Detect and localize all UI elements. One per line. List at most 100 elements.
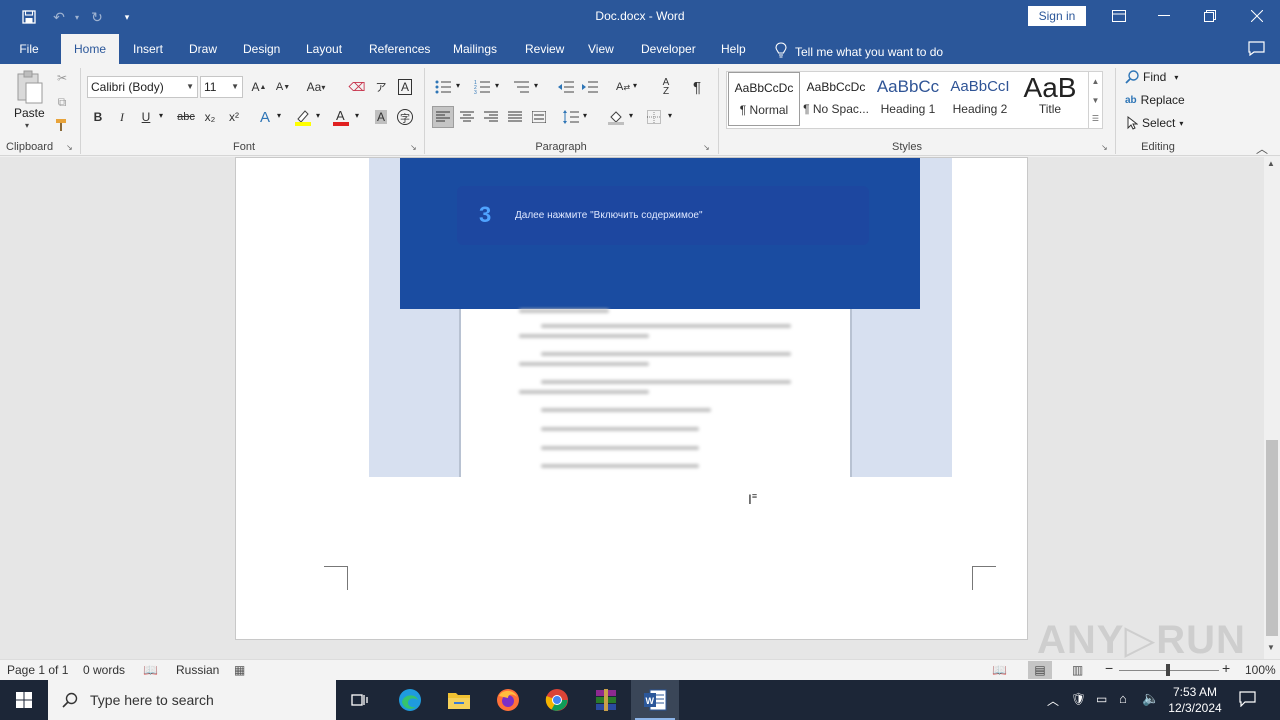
accessibility-icon[interactable]: ▦ [234, 663, 245, 677]
tab-view[interactable]: View [588, 34, 614, 64]
print-layout-icon[interactable]: ▤ [1028, 661, 1052, 679]
distributed-icon[interactable] [528, 106, 550, 128]
text-effects-dropdown-icon[interactable]: ▾ [277, 111, 281, 120]
bullets-icon[interactable] [432, 76, 454, 98]
numbering-icon[interactable]: 123 [471, 76, 493, 98]
word-taskbar-icon[interactable]: W [631, 680, 679, 720]
character-border-icon[interactable]: A [394, 76, 416, 98]
close-icon[interactable] [1234, 0, 1280, 32]
comments-icon[interactable] [1248, 41, 1265, 59]
scrollbar-thumb[interactable] [1266, 440, 1278, 636]
scroll-up-icon[interactable]: ▲ [1267, 159, 1275, 168]
file-explorer-icon[interactable] [435, 680, 483, 720]
tab-mailings[interactable]: Mailings [453, 34, 497, 64]
minimize-icon[interactable] [1141, 0, 1187, 32]
vertical-scrollbar[interactable]: ▲ ▼ [1264, 157, 1280, 659]
shading-dropdown-icon[interactable]: ▾ [629, 111, 633, 120]
restore-icon[interactable] [1187, 0, 1233, 32]
style-heading-1[interactable]: AaBbCc Heading 1 [872, 72, 944, 126]
scroll-down-icon[interactable]: ▼ [1089, 91, 1102, 110]
borders-dropdown-icon[interactable]: ▾ [668, 111, 672, 120]
tab-developer[interactable]: Developer [641, 34, 696, 64]
task-view-icon[interactable] [336, 680, 384, 720]
style-heading-2[interactable]: AaBbCcI Heading 2 [944, 72, 1016, 126]
zoom-in-icon[interactable]: + [1222, 660, 1230, 676]
ribbon-display-options-icon[interactable] [1096, 0, 1142, 32]
tab-references[interactable]: References [369, 34, 430, 64]
font-name-combo[interactable]: Calibri (Body) ▼ [87, 76, 198, 98]
highlight-dropdown-icon[interactable]: ▾ [316, 111, 320, 120]
winrar-icon[interactable] [582, 680, 630, 720]
paste-button[interactable]: Paste [14, 106, 45, 120]
select-button[interactable]: Select ▾ [1127, 116, 1183, 130]
copy-icon[interactable]: ⧉ [51, 91, 73, 113]
firefox-icon[interactable] [484, 680, 532, 720]
wifi-icon[interactable]: ⌂ [1119, 691, 1127, 706]
font-size-combo[interactable]: 11 ▼ [200, 76, 243, 98]
clock[interactable]: 7:53 AM 12/3/2024 [1166, 684, 1224, 716]
replace-button[interactable]: ab Replace [1125, 93, 1185, 107]
sign-in-button[interactable]: Sign in [1028, 6, 1086, 26]
decrease-indent-icon[interactable] [555, 76, 577, 98]
align-right-icon[interactable] [480, 106, 502, 128]
font-color-dropdown-icon[interactable]: ▾ [355, 111, 359, 120]
tab-layout[interactable]: Layout [306, 34, 342, 64]
document-page[interactable]: 3 Далее нажмите "Включить содержимое" [235, 157, 1028, 640]
tab-draw[interactable]: Draw [189, 34, 217, 64]
zoom-out-icon[interactable]: − [1105, 660, 1113, 676]
zoom-slider-handle[interactable] [1166, 664, 1170, 676]
bold-button[interactable]: B [87, 106, 109, 128]
tab-design[interactable]: Design [243, 34, 280, 64]
clear-formatting-icon[interactable]: ⌫ [346, 76, 368, 98]
numbering-dropdown-icon[interactable]: ▾ [495, 81, 499, 90]
show-formatting-icon[interactable]: ¶ [686, 76, 708, 98]
styles-launcher-icon[interactable]: ↘ [1101, 143, 1108, 152]
shading-icon[interactable] [605, 106, 627, 128]
notifications-icon[interactable] [1239, 691, 1256, 710]
multilevel-list-icon[interactable] [510, 76, 532, 98]
line-spacing-icon[interactable] [560, 106, 582, 128]
paste-dropdown-icon[interactable]: ▾ [25, 121, 29, 130]
font-color-icon[interactable]: A [330, 106, 352, 128]
zoom-level[interactable]: 100% [1245, 663, 1276, 677]
align-center-icon[interactable] [456, 106, 478, 128]
style-title[interactable]: AaB Title [1014, 72, 1086, 126]
scroll-up-icon[interactable]: ▲ [1089, 72, 1102, 91]
line-spacing-dropdown-icon[interactable]: ▾ [583, 111, 587, 120]
taskbar-search[interactable]: Type here to search [48, 680, 336, 720]
tab-insert[interactable]: Insert [133, 34, 163, 64]
clipboard-launcher-icon[interactable]: ↘ [66, 143, 73, 152]
windows-start-icon[interactable] [0, 680, 48, 720]
borders-icon[interactable] [643, 106, 665, 128]
proofing-icon[interactable]: 📖 [143, 663, 158, 677]
strikethrough-button[interactable]: abc [173, 106, 199, 128]
underline-dropdown-icon[interactable]: ▾ [159, 111, 163, 120]
asian-layout-icon[interactable]: A ⇄ [612, 76, 634, 98]
format-painter-icon[interactable] [51, 114, 73, 136]
embedded-image[interactable]: 3 Далее нажмите "Включить содержимое" [369, 158, 952, 477]
bullets-dropdown-icon[interactable]: ▾ [456, 81, 460, 90]
asian-layout-dropdown-icon[interactable]: ▾ [633, 81, 637, 90]
defender-icon[interactable]: 🛡 [1071, 692, 1086, 706]
increase-indent-icon[interactable] [579, 76, 601, 98]
tab-home[interactable]: Home [61, 34, 119, 64]
align-left-icon[interactable] [432, 106, 454, 128]
scroll-down-icon[interactable]: ▼ [1267, 643, 1275, 652]
character-shading-icon[interactable]: A [370, 106, 392, 128]
show-hidden-icons-icon[interactable]: ︿ [1047, 692, 1059, 709]
multilevel-dropdown-icon[interactable]: ▾ [534, 81, 538, 90]
tab-review[interactable]: Review [525, 34, 564, 64]
edge-icon[interactable] [386, 680, 434, 720]
highlight-icon[interactable] [292, 106, 314, 128]
more-styles-icon[interactable]: ☰ [1089, 110, 1102, 128]
find-button[interactable]: Find ▾ [1125, 70, 1178, 84]
styles-scroll[interactable]: ▲ ▼ ☰ [1088, 72, 1102, 128]
page-count[interactable]: Page 1 of 1 [7, 663, 68, 677]
volume-icon[interactable]: 🔈 [1142, 690, 1159, 707]
read-mode-icon[interactable]: 📖 [992, 663, 1007, 677]
enclose-characters-icon[interactable]: 字 [394, 106, 416, 128]
tab-file[interactable]: File [0, 34, 58, 64]
chrome-icon[interactable] [533, 680, 581, 720]
paste-icon[interactable] [12, 70, 46, 110]
style-normal[interactable]: AaBbCcDc ¶ Normal [728, 72, 800, 126]
